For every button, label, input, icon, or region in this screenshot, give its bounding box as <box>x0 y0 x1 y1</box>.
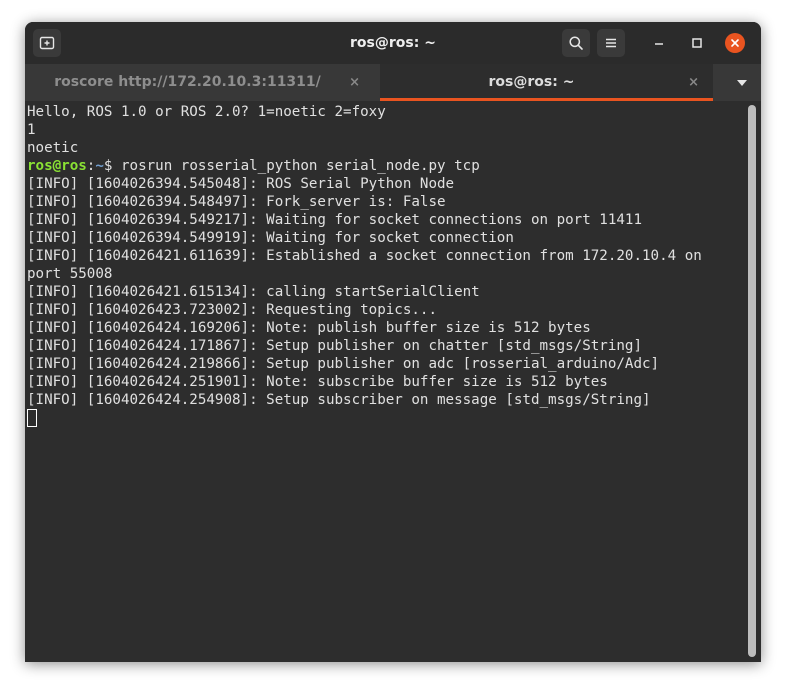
new-tab-icon <box>39 35 55 51</box>
tab-list-dropdown[interactable] <box>731 64 753 101</box>
scrollbar[interactable] <box>748 105 756 657</box>
minimize-icon <box>653 37 665 49</box>
tab-close-icon[interactable]: × <box>349 64 360 101</box>
hamburger-menu-icon <box>604 36 618 50</box>
tab-label: ros@ros: ~ <box>488 74 575 90</box>
close-button[interactable] <box>725 33 745 53</box>
command-text: rosrun rosserial_python serial_node.py t… <box>120 158 480 174</box>
log-output: [INFO] [1604026394.545048]: ROS Serial P… <box>27 176 702 408</box>
search-button[interactable] <box>562 29 590 57</box>
terminal-area[interactable]: Hello, ROS 1.0 or ROS 2.0? 1=noetic 2=fo… <box>25 101 761 662</box>
tab-close-icon[interactable]: × <box>688 64 699 101</box>
tab-bar: roscore http://172.20.10.3:11311/ × ros@… <box>25 64 761 101</box>
prompt-symbol: $ <box>103 158 121 174</box>
new-tab-button[interactable] <box>33 29 61 57</box>
tab-ros-home[interactable]: ros@ros: ~ × <box>380 64 713 101</box>
minimize-button[interactable] <box>649 33 669 53</box>
maximize-button[interactable] <box>687 33 707 53</box>
tab-roscore[interactable]: roscore http://172.20.10.3:11311/ × <box>25 64 380 101</box>
close-icon <box>730 38 740 48</box>
menu-button[interactable] <box>597 29 625 57</box>
tab-label: roscore http://172.20.10.3:11311/ <box>54 74 321 90</box>
prompt-path: ~ <box>95 158 104 174</box>
terminal-output: Hello, ROS 1.0 or ROS 2.0? 1=noetic 2=fo… <box>27 103 743 429</box>
prompt-user: ros@ros <box>27 158 87 174</box>
chevron-down-icon <box>737 79 747 86</box>
search-icon <box>568 35 584 51</box>
title-bar: ros@ros: ~ <box>25 22 761 64</box>
terminal-window: ros@ros: ~ roscore http://172.20.10.3:11… <box>25 22 761 662</box>
text-cursor <box>27 409 37 427</box>
terminal-history: Hello, ROS 1.0 or ROS 2.0? 1=noetic 2=fo… <box>27 104 386 156</box>
maximize-icon <box>691 37 703 49</box>
